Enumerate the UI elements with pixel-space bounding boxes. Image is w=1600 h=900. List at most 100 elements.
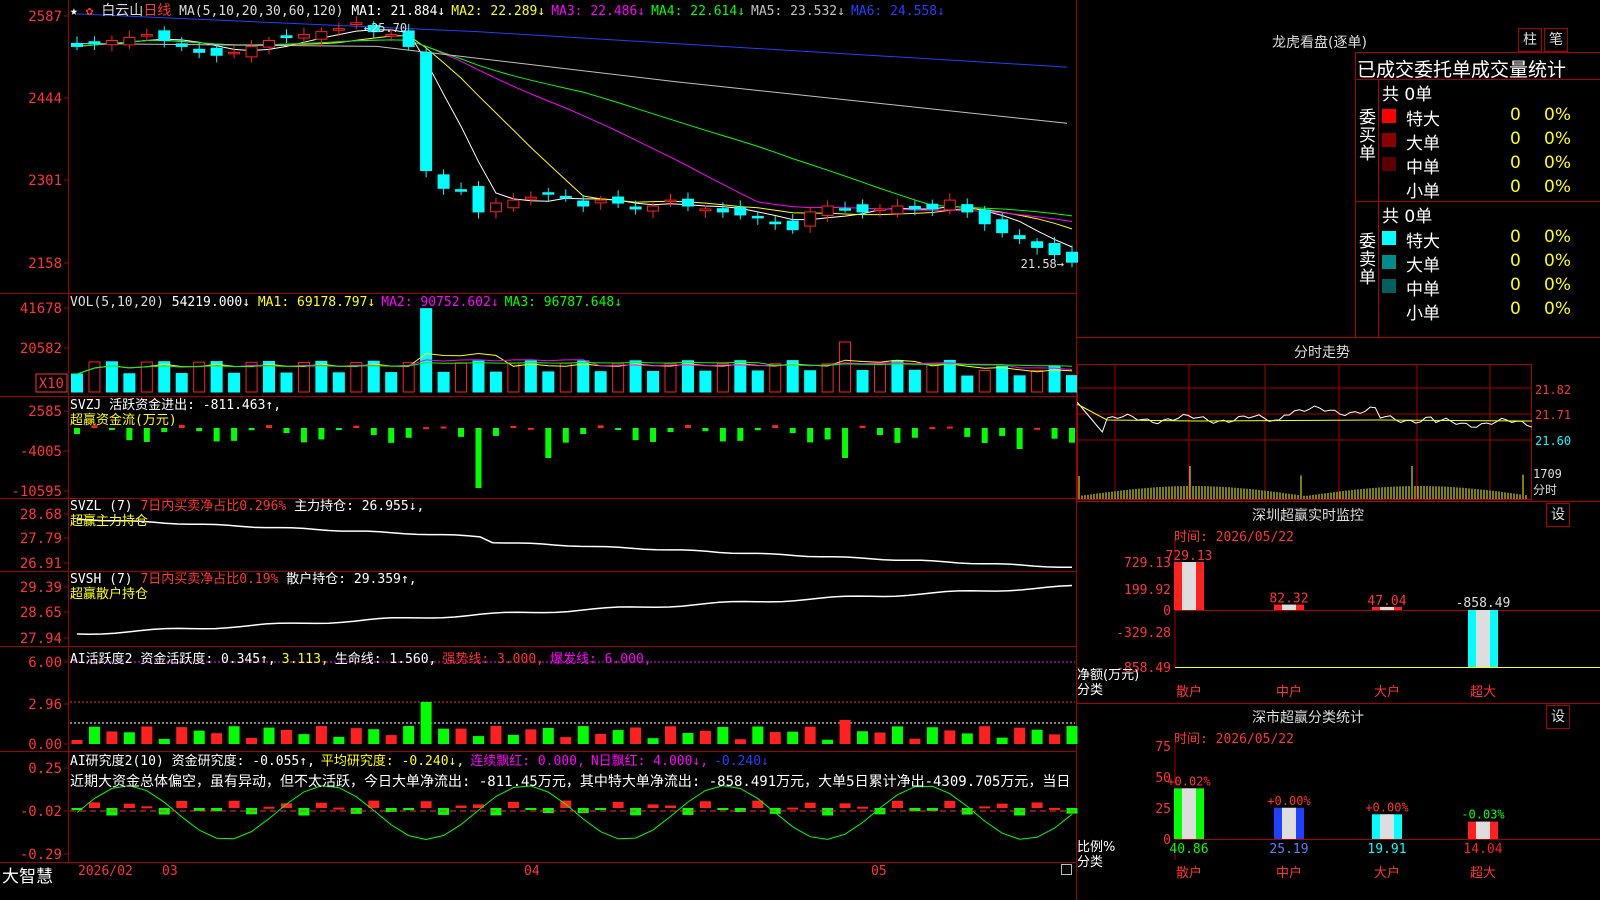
- volume-bar: [71, 373, 83, 393]
- activity-bar: [769, 732, 781, 744]
- volume-bar: [839, 341, 852, 393]
- ai-value-2: 生命线: 1.560,: [334, 652, 437, 667]
- x-axis-month-05: 05: [871, 864, 887, 879]
- volume-bar: [437, 371, 450, 393]
- lock-icon[interactable]: [1061, 864, 1072, 875]
- star-icon[interactable]: ★: [70, 4, 78, 19]
- candle-body: [943, 199, 956, 211]
- ma-line-20: [76, 39, 1073, 222]
- ma-definition: MA(5,10,20,30,60,120): [179, 4, 344, 19]
- fund-flow-bar: [108, 428, 115, 430]
- volume-bar: [455, 362, 468, 393]
- volume-bar: [926, 363, 939, 393]
- stat-bar-highlight: [1476, 821, 1490, 839]
- volume-bar: [88, 361, 101, 393]
- brand-logo[interactable]: 大智慧: [2, 862, 53, 887]
- activity-bar: [979, 726, 991, 744]
- activity-bar: [158, 738, 170, 744]
- fund-flow-bar: [562, 428, 569, 443]
- stroke-view-button[interactable]: 笔: [1544, 28, 1568, 52]
- svsh-ratio: 7日内买卖净占比0.19%: [140, 572, 279, 587]
- stat-settings-button[interactable]: 设: [1546, 705, 1570, 729]
- volume-bar: [873, 363, 886, 393]
- volume-bar: [699, 370, 712, 393]
- buy-color-swatch: [1382, 109, 1396, 123]
- activity-bar: [228, 726, 240, 744]
- fund-flow-bar: [143, 428, 150, 442]
- volume-bar: [996, 365, 1009, 393]
- research-value-4: -0.240↓: [714, 754, 769, 769]
- candle-body: [804, 211, 817, 227]
- activity-bar: [996, 737, 1008, 744]
- activity-bar: [787, 731, 799, 744]
- candle-body: [332, 28, 345, 31]
- svsh-name: SVSH (7): [70, 572, 133, 587]
- stat-bar-change: +0.00%: [1365, 800, 1409, 814]
- monitor-ytick: 199.92: [1124, 583, 1171, 598]
- activity-bar: [350, 728, 362, 744]
- sell-percent: 0%: [1544, 299, 1571, 319]
- volume-bar: [804, 370, 817, 393]
- svzj-legend: SVZJ 活跃资金进出: -811.463↑, 超赢资金流(万元): [70, 398, 281, 428]
- monitor-ylabel: 净额(万元): [1077, 668, 1140, 683]
- activity-bar: [699, 730, 711, 744]
- fund-flow-bar: [335, 428, 342, 430]
- monitor-axis-title: 净额(万元) 分类: [1077, 668, 1139, 698]
- buy-row-0: 特大 0 0%: [1382, 105, 1600, 130]
- monitor-title: 深圳超赢实时监控: [1252, 508, 1364, 524]
- research-bar: [717, 808, 729, 811]
- activity-bar: [839, 720, 851, 744]
- stat-category: 散户: [1176, 865, 1202, 881]
- sell-percent: 0%: [1544, 275, 1571, 295]
- research-bar: [123, 803, 135, 808]
- volume-bar: [612, 362, 625, 393]
- activity-bar: [88, 726, 100, 744]
- candle-body: [681, 198, 694, 207]
- research-bar: [333, 807, 345, 810]
- monitor-bar-chart: 729.13 199.92 0 -329.28 -858.49 729.13 散户 82.32…: [1116, 540, 1600, 700]
- candle-body: [716, 208, 729, 213]
- column-view-button[interactable]: 柱: [1518, 28, 1542, 52]
- candle-body: [210, 47, 223, 56]
- sell-row-1: 大单 0 0%: [1382, 251, 1600, 276]
- buy-color-swatch: [1382, 133, 1396, 147]
- candle-body: [140, 34, 153, 37]
- sell-label: 小单: [1406, 304, 1440, 324]
- buy-row-2: 中单 0 0%: [1382, 153, 1600, 178]
- svzl-name: SVZL (7): [70, 499, 133, 514]
- sell-row-3: 小单 0 0%: [1382, 299, 1600, 324]
- intraday-frame: [1077, 364, 1532, 500]
- stat-bar-change: +0.02%: [1167, 774, 1211, 788]
- ma-value-0: MA1: 21.884↓: [351, 4, 446, 19]
- y-label: 26.91: [20, 556, 62, 572]
- y-label: 0.25: [28, 761, 62, 777]
- monitor-settings-button[interactable]: 设: [1546, 503, 1570, 527]
- research-bar: [647, 804, 659, 808]
- volume-bar: [507, 362, 520, 393]
- activity-bar: [926, 727, 938, 744]
- fund-flow-bar: [388, 428, 395, 443]
- fund-flow-bar: [772, 425, 779, 428]
- stock-name: 白云山: [101, 3, 144, 19]
- candle-body: [437, 174, 450, 189]
- intraday-vol-max: 1709: [1533, 467, 1562, 481]
- sell-color-swatch: [1382, 231, 1396, 245]
- activity-bar: [298, 734, 310, 744]
- volume-bar: [716, 363, 729, 393]
- intraday-avg-line: [1077, 403, 1533, 422]
- settings-gear-icon[interactable]: ✿: [86, 4, 94, 19]
- y-label: 6.00: [28, 655, 62, 671]
- activity-bar: [612, 730, 624, 744]
- candle-body: [996, 219, 1009, 234]
- candle-body: [472, 186, 485, 213]
- activity-bar: [822, 739, 834, 744]
- candle-body: [71, 42, 83, 47]
- sell-rows: 特大 0 0% 大单 0 0% 中单 0 0% 小单 0 0%: [1382, 227, 1600, 324]
- x-axis-start: 2026/02: [78, 864, 133, 879]
- stock-period[interactable]: 日线: [143, 3, 171, 19]
- intraday-chart[interactable]: 21.82 21.71 21.60 1709 分时: [1077, 364, 1600, 502]
- research-bar: [176, 800, 188, 808]
- ai-activity-panel: [70, 661, 1078, 744]
- research-values: 资金研究度: -0.055↑, 平均研究度: -0.240↓, 连续飘红: 0.00…: [172, 754, 775, 769]
- buy-count: 0: [1510, 129, 1521, 149]
